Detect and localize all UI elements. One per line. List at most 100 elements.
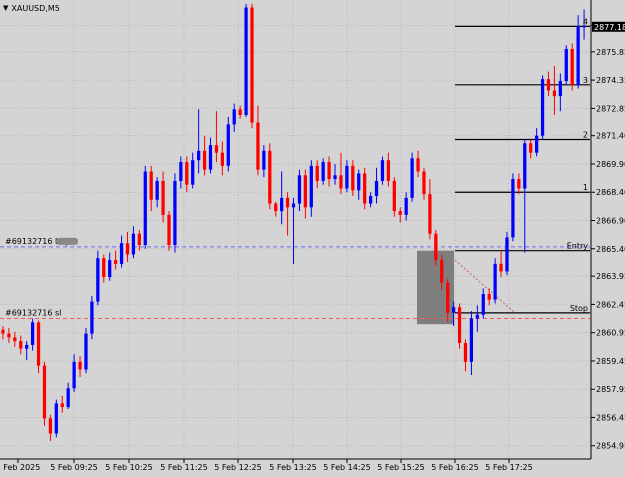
candle-body <box>475 314 479 319</box>
price-label: 2856.45 <box>596 413 625 422</box>
candle-body <box>321 162 325 181</box>
chart-window[interactable]: ▼ XAUUSD,M5 Entry Stop 1 2 3 4 #69132716 buy #6… <box>0 0 625 477</box>
candle-body <box>161 180 165 215</box>
candle-body <box>238 109 242 115</box>
candle-body <box>404 197 408 215</box>
price-label: 2860.95 <box>596 329 625 338</box>
candle-body <box>481 294 485 315</box>
candle-body <box>511 179 515 238</box>
candle-body <box>179 162 183 181</box>
time-label: 5 Feb 11:25 <box>160 463 207 472</box>
candle-body <box>131 233 136 255</box>
candle-body <box>1 329 5 334</box>
candle-body <box>274 203 278 212</box>
time-label: 5 Feb 15:25 <box>377 463 424 472</box>
level-label: 1 <box>583 183 588 192</box>
candle-body <box>268 150 272 204</box>
candle-body <box>422 171 426 195</box>
candle-body <box>576 26 580 85</box>
candle-body <box>262 150 266 170</box>
candle-body <box>517 179 521 189</box>
candle-body <box>451 307 456 313</box>
time-label: 5 Feb 14:25 <box>323 463 370 472</box>
candle-body <box>208 145 213 170</box>
price-label: 2865.40 <box>596 245 625 254</box>
candle-body <box>540 79 545 136</box>
price-label: 2874.35 <box>596 76 625 85</box>
candle-body <box>167 214 171 246</box>
candle-body <box>13 337 17 342</box>
candle-body <box>315 165 319 181</box>
price-label: 2862.45 <box>596 300 625 309</box>
candle-body <box>60 403 64 408</box>
candle-body <box>244 7 248 115</box>
candle-body <box>380 160 385 181</box>
time-label: 5 Feb 12:25 <box>214 463 261 472</box>
time-label: 5 Feb 17:25 <box>485 463 532 472</box>
time-label: 5 Feb 2025 <box>0 463 40 472</box>
candle-body <box>143 171 147 246</box>
candle-body <box>137 233 141 246</box>
candle-body <box>149 171 153 200</box>
price-label: 2859.45 <box>596 357 625 366</box>
level-label: Stop <box>570 304 588 313</box>
price-label: 2871.40 <box>596 132 625 141</box>
time-label: 5 Feb 13:25 <box>269 463 316 472</box>
candle-body <box>42 365 47 419</box>
candle-body <box>357 173 361 191</box>
candle-body <box>125 243 130 255</box>
candle-body <box>256 122 260 170</box>
candle-body <box>78 361 82 370</box>
candle-body <box>96 258 100 302</box>
price-label: 2854.95 <box>596 442 625 451</box>
grid <box>0 0 590 458</box>
candle-body <box>469 318 474 362</box>
candle-body <box>428 194 432 234</box>
candles <box>1 3 586 442</box>
candle-body <box>333 175 337 180</box>
candle-body <box>185 162 189 185</box>
candle-body <box>202 150 207 170</box>
candle-body <box>297 175 302 204</box>
candle-body <box>197 150 201 161</box>
candle-body <box>7 333 11 338</box>
candle-body <box>48 418 53 434</box>
candle-body <box>119 243 124 264</box>
candle-body <box>303 175 308 208</box>
candle-body <box>386 160 391 181</box>
candle-body <box>558 81 562 97</box>
time-label: 5 Feb 09:25 <box>50 463 97 472</box>
candle-body <box>191 160 195 185</box>
candle-body <box>345 165 349 189</box>
candle-body <box>564 49 568 82</box>
candle-body <box>570 49 574 85</box>
candle-body <box>285 197 290 208</box>
candle-body <box>113 260 118 264</box>
candle-body <box>214 145 219 153</box>
candle-body <box>552 90 557 97</box>
candle-body <box>339 175 343 189</box>
candle-body <box>72 361 76 389</box>
sl-line-label: #69132716 sl <box>5 309 61 318</box>
candle-body <box>493 263 497 300</box>
current-price-label: 2877.18 <box>594 23 625 32</box>
candle-body <box>54 403 58 434</box>
time-label: 5 Feb 16:25 <box>431 463 478 472</box>
chart-canvas[interactable]: EntryStop1234#69132716 buy#69132716 sl 2… <box>0 0 625 477</box>
candle-body <box>416 158 420 172</box>
time-label: 5 Feb 10:25 <box>105 463 152 472</box>
candle-body <box>66 388 70 408</box>
candle-body <box>546 79 551 91</box>
candle-body <box>291 203 296 208</box>
level-label: 4 <box>583 17 588 26</box>
candle-body <box>374 180 379 197</box>
candle-body <box>280 197 284 212</box>
candle-body <box>410 158 414 198</box>
price-axis[interactable]: 2877.252875.852874.352872.852871.402869.… <box>591 21 625 451</box>
time-axis[interactable]: 5 Feb 2025 5 Feb 09:25 5 Feb 10:25 5 Feb 11… <box>0 459 533 472</box>
price-label: 2872.85 <box>596 104 625 113</box>
price-label: 2866.90 <box>596 217 625 226</box>
candle-body <box>30 322 35 345</box>
candle-body <box>535 135 539 153</box>
candle-body <box>434 233 438 261</box>
